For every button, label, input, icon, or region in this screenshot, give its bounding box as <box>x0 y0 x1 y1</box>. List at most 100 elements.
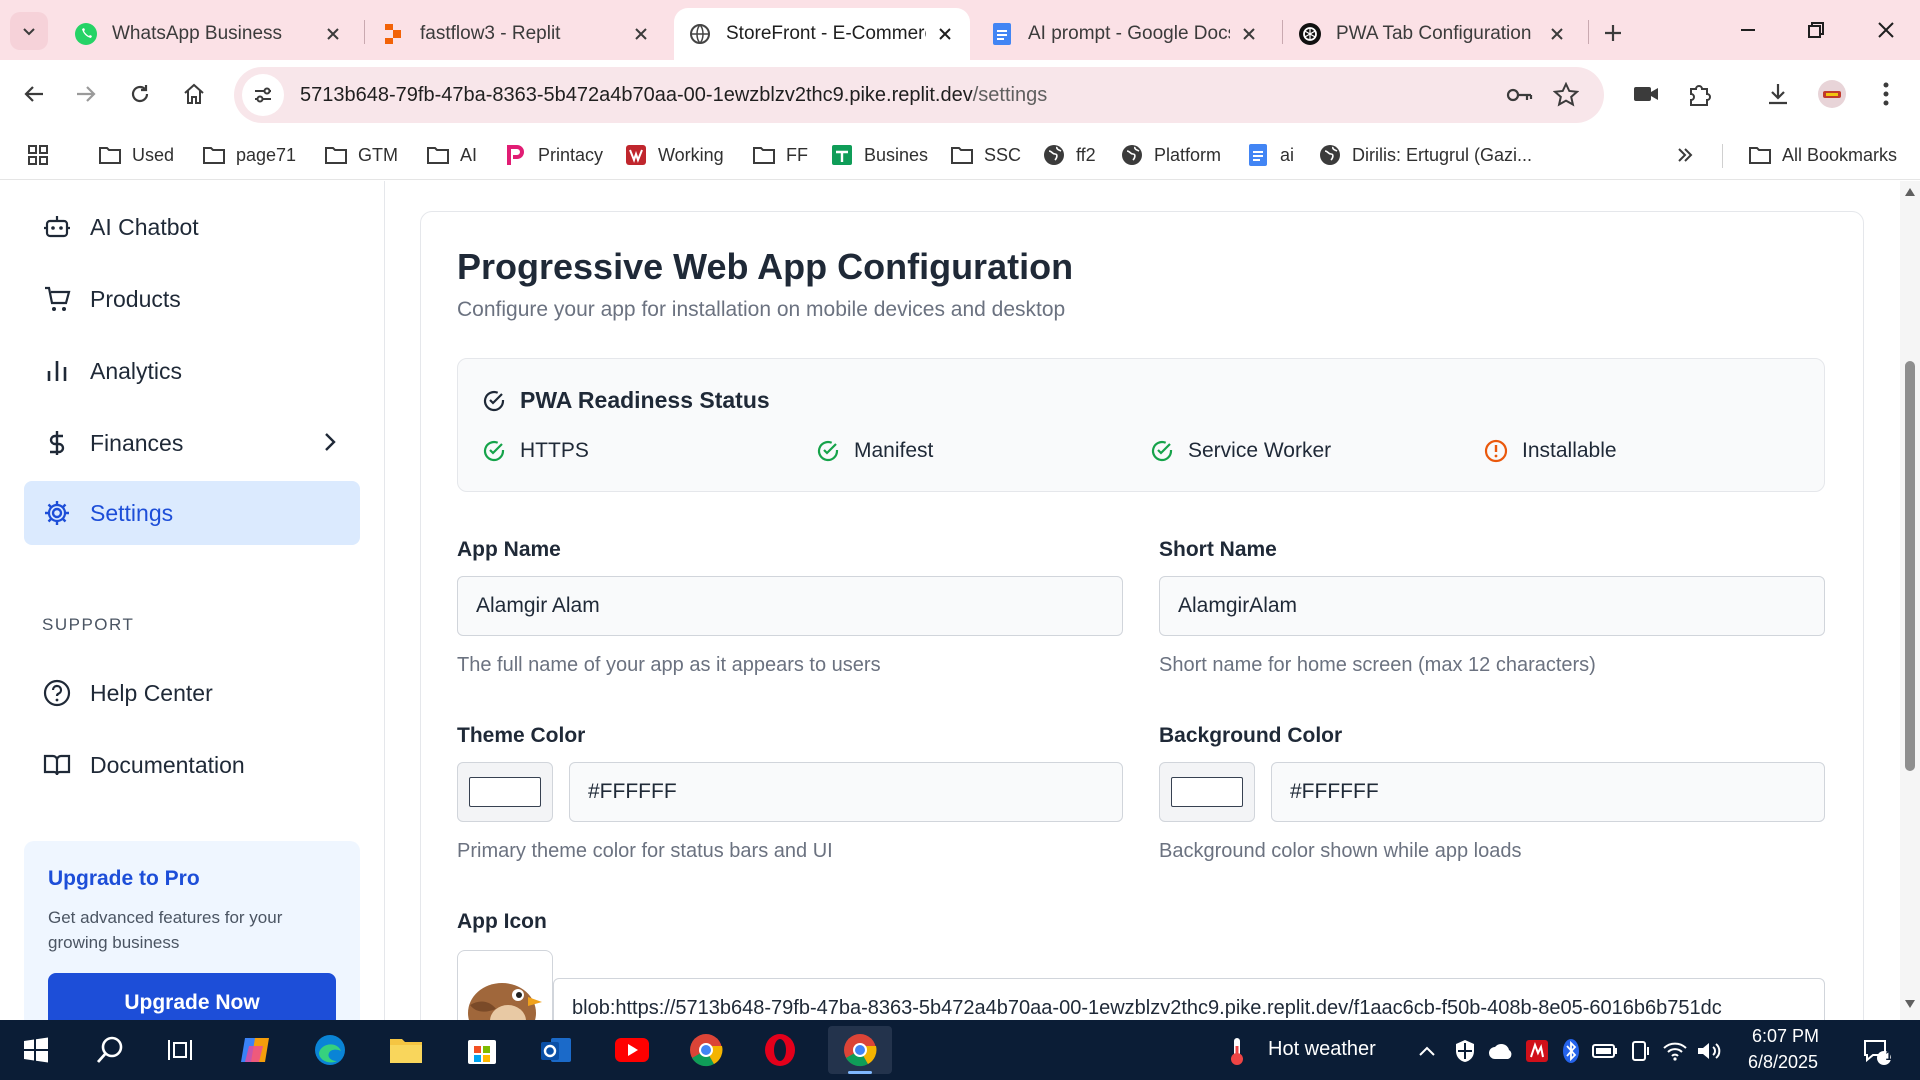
chrome-profile-app[interactable] <box>828 1026 892 1074</box>
close-icon[interactable] <box>1238 23 1260 45</box>
apps-grid-button[interactable] <box>26 140 60 170</box>
bookmark-star-icon[interactable] <box>1552 81 1580 109</box>
clock-time[interactable]: 6:07 PM <box>1752 1026 1819 1047</box>
tab-storefront[interactable]: StoreFront - E-Commerce <box>674 8 970 60</box>
extensions-icon[interactable] <box>1682 76 1718 112</box>
battery-icon[interactable] <box>1592 1038 1618 1064</box>
sidebar-item-settings[interactable]: Settings <box>24 481 360 545</box>
password-key-icon[interactable] <box>1506 81 1534 109</box>
folder-icon <box>324 143 348 167</box>
background-color-picker[interactable] <box>1159 762 1255 822</box>
bar-chart-icon <box>42 356 72 386</box>
sidebar-item-help-center[interactable]: Help Center <box>24 661 360 725</box>
bookmark-gtm[interactable]: GTM <box>324 140 398 170</box>
tray-chevron-up-icon[interactable] <box>1414 1038 1440 1064</box>
scroll-up-arrow-icon[interactable] <box>1904 187 1916 197</box>
task-view-button[interactable] <box>154 1026 206 1074</box>
bookmark-working[interactable]: Working <box>624 140 724 170</box>
shield-icon[interactable] <box>1452 1038 1478 1064</box>
scroll-down-arrow-icon[interactable] <box>1904 999 1916 1009</box>
short-name-input[interactable] <box>1159 576 1825 636</box>
close-icon[interactable] <box>630 23 652 45</box>
bookmark-ff[interactable]: FF <box>752 140 808 170</box>
profile-avatar[interactable] <box>1814 76 1850 112</box>
tab-whatsapp[interactable]: WhatsApp Business <box>60 8 358 60</box>
tab-search-button[interactable] <box>10 12 48 50</box>
close-icon[interactable] <box>934 23 956 45</box>
chrome-app[interactable] <box>680 1026 732 1074</box>
pdf-app-icon[interactable] <box>1524 1038 1550 1064</box>
file-explorer-app[interactable] <box>380 1026 432 1074</box>
volume-icon[interactable] <box>1696 1038 1722 1064</box>
close-icon[interactable] <box>1546 23 1568 45</box>
site-info-button[interactable] <box>242 74 284 116</box>
check-circle-icon <box>483 390 505 411</box>
sidebar-item-analytics[interactable]: Analytics <box>24 339 360 403</box>
address-bar[interactable]: 5713b648-79fb-47ba-8363-5b472a4b70aa-00-… <box>234 67 1604 123</box>
start-button[interactable] <box>10 1026 62 1074</box>
app-name-input[interactable] <box>457 576 1123 636</box>
reload-button[interactable] <box>120 74 160 114</box>
more-bookmarks-button[interactable] <box>1676 140 1694 170</box>
wifi-icon[interactable] <box>1662 1038 1688 1064</box>
background-color-input[interactable] <box>1271 762 1825 822</box>
bookmark-ai-doc[interactable]: ai <box>1246 140 1294 170</box>
bookmark-busines[interactable]: Busines <box>830 140 928 170</box>
upgrade-title: Upgrade to Pro <box>48 867 200 890</box>
tab-replit[interactable]: fastflow3 - Replit <box>368 8 666 60</box>
menu-kebab-icon[interactable] <box>1868 76 1904 112</box>
theme-color-picker[interactable] <box>457 762 553 822</box>
outlook-app[interactable] <box>530 1026 582 1074</box>
bookmark-page71[interactable]: page71 <box>202 140 296 170</box>
opera-app[interactable] <box>754 1026 806 1074</box>
device-icon[interactable] <box>1628 1038 1654 1064</box>
scrollbar-thumb[interactable] <box>1905 361 1915 771</box>
url-text[interactable]: 5713b648-79fb-47ba-8363-5b472a4b70aa-00-… <box>300 84 1047 107</box>
folder-icon <box>202 143 226 167</box>
copilot-app[interactable] <box>230 1026 282 1074</box>
bookmark-printacy[interactable]: Printacy <box>504 140 603 170</box>
close-icon[interactable] <box>322 23 344 45</box>
sidebar-item-ai-chatbot[interactable]: AI Chatbot <box>24 195 360 259</box>
bookmark-used[interactable]: Used <box>98 140 174 170</box>
close-window-button[interactable] <box>1858 10 1914 50</box>
bookmark-platform[interactable]: Platform <box>1120 140 1221 170</box>
sidebar-item-products[interactable]: Products <box>24 267 360 331</box>
book-icon <box>42 750 72 780</box>
tab-google-docs[interactable]: AI prompt - Google Docs <box>976 8 1274 60</box>
bluetooth-icon[interactable] <box>1558 1038 1584 1064</box>
support-section-label: SUPPORT <box>42 615 135 634</box>
home-button[interactable] <box>174 74 214 114</box>
all-bookmarks[interactable]: All Bookmarks <box>1748 140 1897 170</box>
minimize-button[interactable] <box>1720 10 1776 50</box>
new-tab-button[interactable] <box>1596 16 1630 50</box>
page-scrollbar[interactable] <box>1900 181 1920 1020</box>
browser-toolbar: 5713b648-79fb-47ba-8363-5b472a4b70aa-00-… <box>0 60 1920 130</box>
bookmark-ssc[interactable]: SSC <box>950 140 1021 170</box>
bookmark-dirilis[interactable]: Dirilis: Ertugrul (Gazi... <box>1318 140 1532 170</box>
tab-pwa-config[interactable]: PWA Tab Configuration <box>1284 8 1582 60</box>
edge-app[interactable] <box>304 1026 356 1074</box>
weather-text[interactable]: Hot weather <box>1268 1038 1376 1061</box>
ms-store-app[interactable] <box>456 1026 508 1074</box>
app-icon-url-input[interactable] <box>553 978 1825 1020</box>
sidebar-item-documentation[interactable]: Documentation <box>24 733 360 797</box>
browser-tab-strip: WhatsApp Business fastflow3 - Replit Sto… <box>0 0 1920 60</box>
theme-color-input[interactable] <box>569 762 1123 822</box>
video-camera-icon[interactable] <box>1628 76 1664 112</box>
back-button[interactable] <box>14 74 54 114</box>
notifications-button[interactable]: 1 <box>1860 1034 1894 1068</box>
download-icon[interactable] <box>1760 76 1796 112</box>
youtube-app[interactable] <box>606 1026 658 1074</box>
taskbar-search-button[interactable] <box>84 1026 136 1074</box>
bookmark-ai[interactable]: AI <box>426 140 477 170</box>
sidebar-item-finances[interactable]: Finances <box>24 411 360 475</box>
upgrade-now-button[interactable]: Upgrade Now <box>48 973 336 1020</box>
forward-button[interactable] <box>66 74 106 114</box>
bookmark-ff2[interactable]: ff2 <box>1042 140 1096 170</box>
bookmark-label: AI <box>460 144 478 165</box>
restore-button[interactable] <box>1788 10 1844 50</box>
clock-date[interactable]: 6/8/2025 <box>1748 1052 1818 1073</box>
thermometer-icon[interactable] <box>1224 1038 1250 1065</box>
cloud-icon[interactable] <box>1488 1038 1514 1064</box>
